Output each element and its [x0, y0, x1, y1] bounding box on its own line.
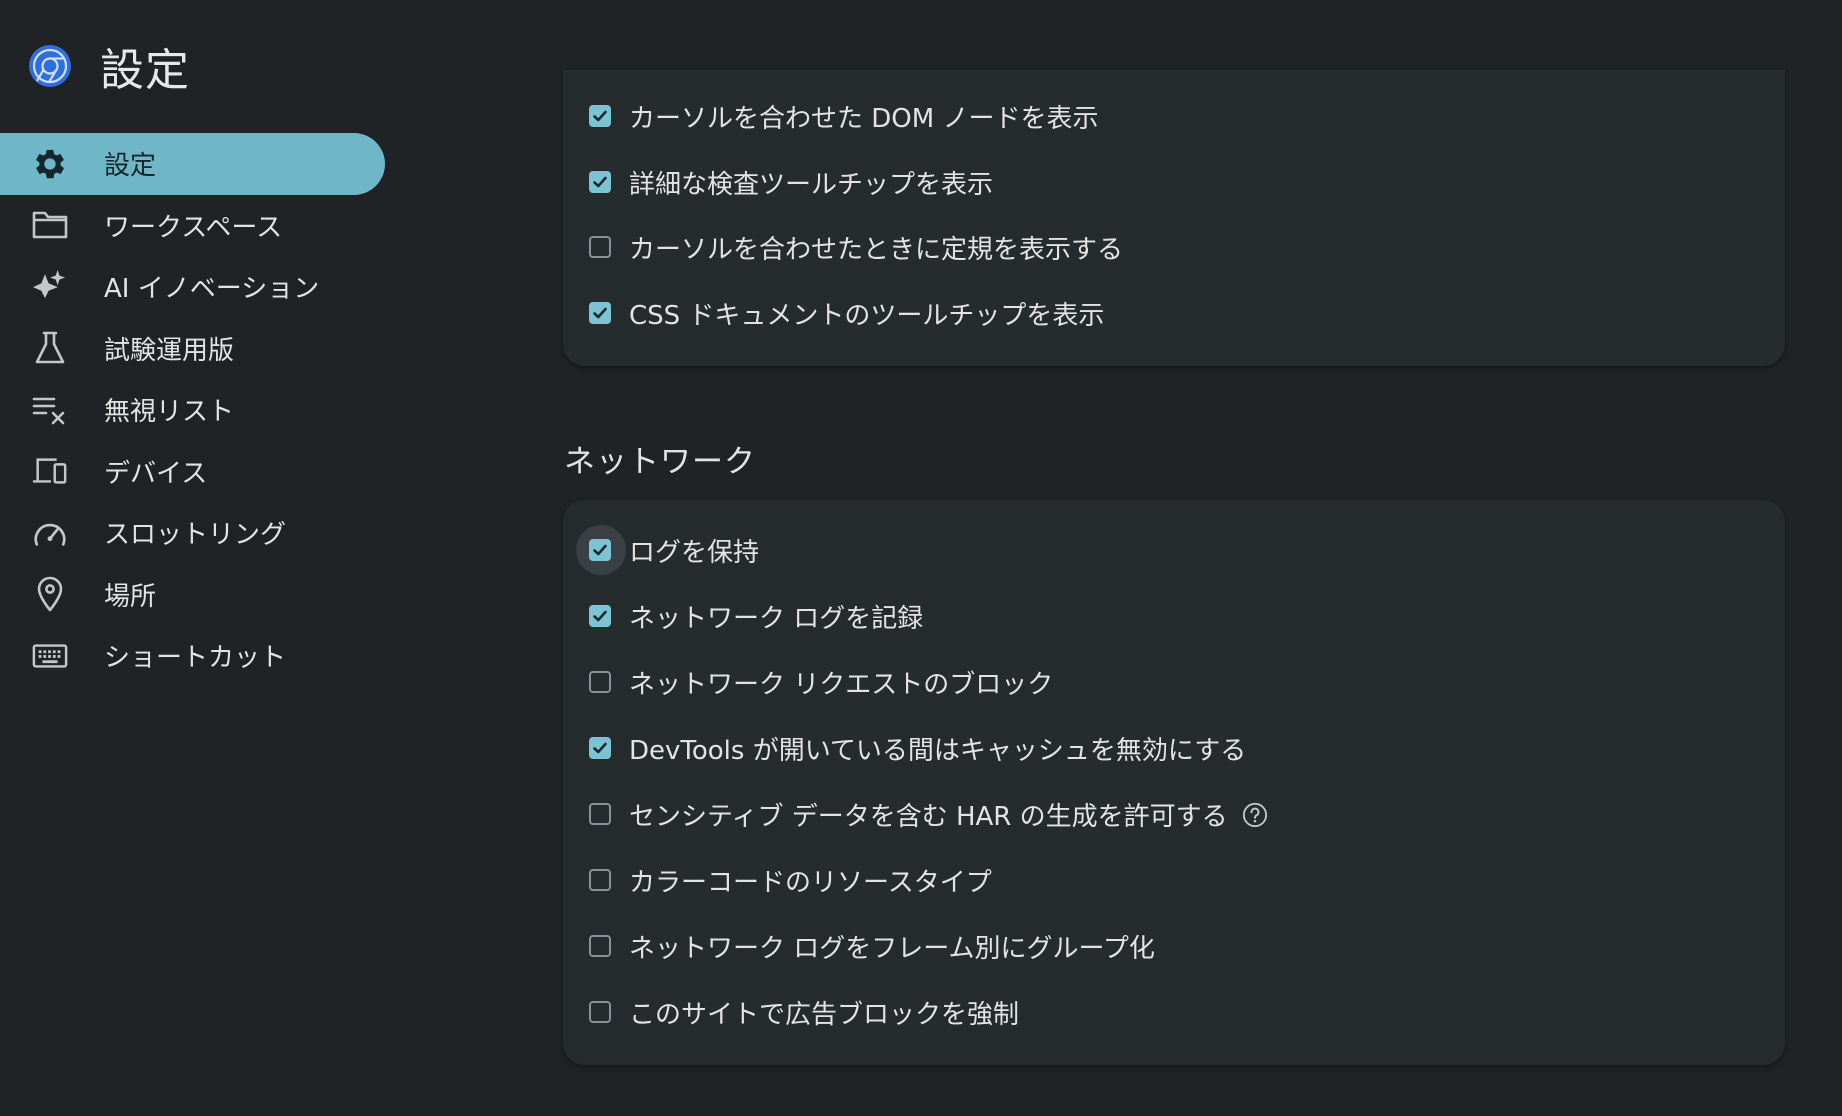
gear-icon — [32, 146, 68, 182]
sidebar-item-throttling[interactable]: スロットリング — [0, 502, 385, 564]
keyboard-icon — [32, 638, 68, 674]
checkbox-checked[interactable] — [589, 171, 611, 193]
checkbox-unchecked[interactable] — [589, 236, 611, 258]
sidebar-item-label: デバイス — [104, 458, 208, 489]
option-label: カーソルを合わせたときに定規を表示する — [629, 234, 1124, 265]
checkbox-unchecked[interactable] — [589, 869, 611, 891]
sidebar-item-settings[interactable]: 設定 — [0, 133, 385, 195]
sidebar-item-workspace[interactable]: ワークスペース — [0, 195, 385, 257]
devices-icon — [32, 453, 68, 489]
option-label: カーソルを合わせた DOM ノードを表示 — [629, 103, 1099, 134]
page-title: 設定 — [100, 45, 190, 96]
speedometer-icon — [32, 515, 68, 551]
sidebar-item-shortcuts[interactable]: ショートカット — [0, 625, 385, 687]
checkbox-checked[interactable] — [589, 539, 611, 561]
sidebar-item-location[interactable]: 場所 — [0, 564, 385, 626]
settings-page: 設定 設定 ワークスペース AI イノベーション 試験運用版 無視リスト デバイ… — [0, 0, 1842, 1116]
option-label: センシティブ データを含む HAR の生成を許可する — [629, 801, 1228, 832]
checkbox-checked[interactable] — [589, 605, 611, 627]
option-label: ネットワーク ログを記録 — [629, 603, 924, 634]
sparkle-icon — [32, 269, 68, 305]
sidebar-item-label: スロットリング — [104, 520, 287, 551]
checkbox-checked[interactable] — [589, 737, 611, 759]
checkbox-unchecked[interactable] — [589, 1001, 611, 1023]
sidebar-item-label: AI イノベーション — [104, 274, 320, 305]
option-label: ネットワーク リクエストのブロック — [629, 669, 1054, 700]
option-label: CSS ドキュメントのツールチップを表示 — [629, 300, 1105, 331]
sidebar: 設定 ワークスペース AI イノベーション 試験運用版 無視リスト デバイス ス… — [0, 133, 385, 687]
checkbox-checked[interactable] — [589, 105, 611, 127]
checkbox-unchecked[interactable] — [589, 671, 611, 693]
option-label: DevTools が開いている間はキャッシュを無効にする — [629, 735, 1247, 766]
sidebar-item-label: 場所 — [104, 581, 157, 612]
ignore-list-icon — [32, 392, 68, 428]
checkbox-unchecked[interactable] — [589, 935, 611, 957]
flask-icon — [32, 330, 68, 366]
settings-header: 設定 — [28, 38, 190, 96]
sidebar-item-label: ショートカット — [104, 643, 287, 674]
network-settings-card: ログを保持 ネットワーク ログを記録 ネットワーク リクエストのブロック Dev… — [563, 500, 1785, 1065]
option-label: 詳細な検査ツールチップを表示 — [629, 169, 994, 200]
sidebar-item-experiments[interactable]: 試験運用版 — [0, 318, 385, 380]
sidebar-item-label: 無視リスト — [104, 397, 235, 428]
sidebar-item-ignore-list[interactable]: 無視リスト — [0, 379, 385, 441]
option-label: ログを保持 — [629, 537, 760, 568]
section-title-network: ネットワーク — [564, 444, 756, 480]
sidebar-item-ai-innovation[interactable]: AI イノベーション — [0, 256, 385, 318]
elements-settings-card: カーソルを合わせた DOM ノードを表示 詳細な検査ツールチップを表示 カーソル… — [563, 70, 1785, 366]
checkbox-unchecked[interactable] — [589, 803, 611, 825]
option-label: このサイトで広告ブロックを強制 — [629, 999, 1020, 1030]
folder-icon — [32, 207, 68, 243]
sidebar-item-label: ワークスペース — [104, 212, 283, 243]
checkbox-checked[interactable] — [589, 302, 611, 324]
help-icon[interactable] — [1242, 801, 1268, 828]
sidebar-item-label: 試験運用版 — [104, 335, 235, 366]
location-pin-icon — [32, 576, 68, 612]
chrome-devtools-logo-icon — [29, 45, 71, 87]
option-label: ネットワーク ログをフレーム別にグループ化 — [629, 933, 1155, 964]
option-label-wrapper: センシティブ データを含む HAR の生成を許可する — [629, 796, 1268, 833]
sidebar-item-devices[interactable]: デバイス — [0, 441, 385, 503]
option-label: カラーコードのリソースタイプ — [629, 867, 992, 898]
sidebar-item-label: 設定 — [104, 151, 157, 182]
